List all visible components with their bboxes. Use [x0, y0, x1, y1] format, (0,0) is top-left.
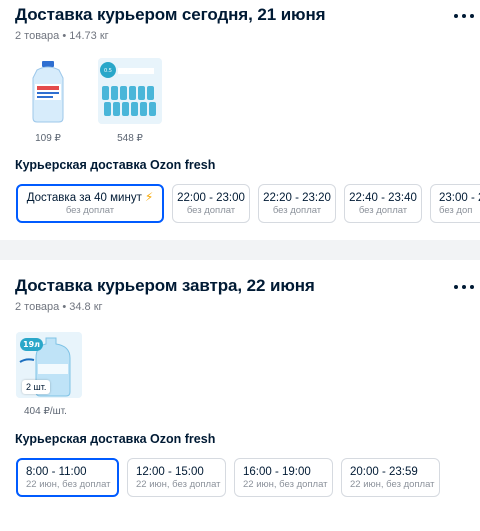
time-slot[interactable]: 22:20 - 23:20 без доплат: [258, 184, 336, 223]
time-slot[interactable]: 23:00 - 2 без доп: [430, 184, 480, 223]
more-options-icon[interactable]: [454, 11, 474, 21]
lightning-icon: ⚡: [144, 190, 154, 204]
slot-surcharge: 22 июн, без доплат: [136, 478, 221, 490]
slot-time: 12:00 - 15:00: [136, 465, 204, 478]
volume-badge: 19л: [20, 338, 43, 351]
slot-surcharge: 22 июн, без доплат: [243, 478, 328, 490]
product-price: 404 ₽/шт.: [24, 406, 67, 417]
product-price: 109 ₽: [35, 133, 61, 144]
delivery-section-today: Доставка курьером сегодня, 21 июня 2 тов…: [0, 0, 480, 240]
delivery-section-tomorrow: Доставка курьером завтра, 22 июня 2 това…: [0, 260, 480, 531]
slot-time: 22:00 - 23:00: [177, 191, 245, 204]
slot-time: 8:00 - 11:00: [26, 465, 87, 478]
slot-time-text: Доставка за 40 минут: [26, 192, 142, 204]
water-pack-icon: 0.5: [98, 58, 162, 124]
product-thumbnail[interactable]: 0.5: [98, 58, 162, 124]
section-title: Доставка курьером сегодня, 21 июня: [15, 5, 326, 24]
water-bottle-icon: [32, 61, 64, 123]
slot-surcharge: без доплат: [272, 204, 322, 216]
items-meta: 2 товара • 34.8 кг: [15, 301, 103, 313]
time-slot[interactable]: 22:00 - 23:00 без доплат: [172, 184, 250, 223]
slot-time: 22:40 - 23:40: [349, 191, 417, 204]
time-slot[interactable]: 20:00 - 23:59 22 июн, без доплат: [341, 458, 440, 497]
slot-surcharge: 22 июн, без доплат: [350, 478, 435, 490]
slot-time: 20:00 - 23:59: [350, 465, 418, 478]
time-slot-list: Доставка за 40 минут ⚡ без доплат 22:00 -…: [16, 184, 480, 223]
section-title: Доставка курьером завтра, 22 июня: [15, 276, 315, 295]
slot-surcharge: без доп: [439, 204, 473, 216]
time-slot[interactable]: 12:00 - 15:00 22 июн, без доплат: [127, 458, 226, 497]
delivery-method-label: Курьерская доставка Ozon fresh: [15, 432, 216, 446]
quantity-badge: 2 шт.: [22, 380, 51, 394]
time-slot[interactable]: 16:00 - 19:00 22 июн, без доплат: [234, 458, 333, 497]
slot-surcharge: без доплат: [186, 204, 236, 216]
slot-time: Доставка за 40 минут ⚡: [27, 190, 154, 205]
slot-time: 23:00 - 2: [439, 191, 480, 204]
svg-text:0.5: 0.5: [104, 68, 112, 74]
time-slot-express[interactable]: Доставка за 40 минут ⚡ без доплат: [16, 184, 164, 223]
delivery-method-label: Курьерская доставка Ozon fresh: [15, 158, 216, 172]
slot-surcharge: без доплат: [65, 205, 115, 216]
items-meta: 2 товара • 14.73 кг: [15, 30, 109, 42]
product-price: 548 ₽: [117, 133, 143, 144]
slot-surcharge: 22 июн, без доплат: [26, 478, 111, 490]
slot-time: 16:00 - 19:00: [243, 465, 311, 478]
time-slot-list: 8:00 - 11:00 22 июн, без доплат 12:00 - …: [16, 458, 440, 497]
product-thumbnail[interactable]: [23, 58, 73, 124]
time-slot[interactable]: 22:40 - 23:40 без доплат: [344, 184, 422, 223]
slot-time: 22:20 - 23:20: [263, 191, 331, 204]
time-slot[interactable]: 8:00 - 11:00 22 июн, без доплат: [16, 458, 119, 497]
section-divider: [0, 240, 480, 260]
slot-surcharge: без доплат: [358, 204, 408, 216]
more-options-icon[interactable]: [454, 282, 474, 292]
